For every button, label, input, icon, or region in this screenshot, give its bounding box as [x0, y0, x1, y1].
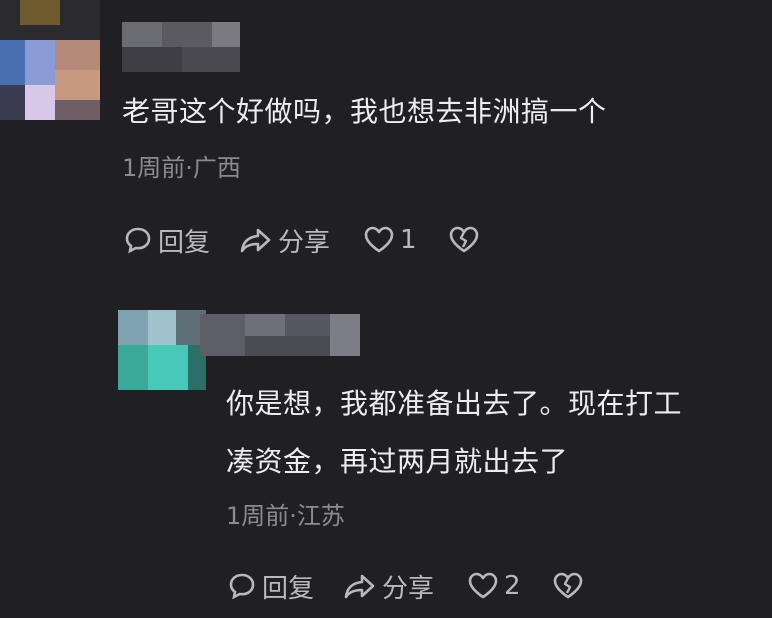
- dislike-button[interactable]: [551, 570, 585, 602]
- username-blurred[interactable]: [200, 314, 360, 356]
- like-count: 1: [400, 225, 417, 255]
- like-button[interactable]: 2: [466, 570, 521, 602]
- comment-text-line: 你是想，我都准备出去了。现在打工: [226, 387, 683, 420]
- share-arrow-icon: [344, 574, 375, 599]
- share-label: 分享: [382, 573, 435, 604]
- comment-meta: 1周前·江苏: [226, 502, 345, 530]
- reply-button[interactable]: 回复: [122, 222, 210, 259]
- comment-bubble-icon: [125, 227, 151, 254]
- share-button[interactable]: 分享: [238, 222, 330, 259]
- comment-actions: 回复 分享 1: [122, 222, 481, 258]
- share-label: 分享: [278, 227, 331, 258]
- share-arrow-icon: [240, 228, 271, 253]
- broken-heart-icon: [449, 226, 478, 253]
- comment-text-line: 凑资金，再过两月就出去了: [226, 445, 569, 478]
- comment-text-line: 老哥这个好做吗，我也想去非洲搞一个: [122, 95, 607, 128]
- heart-icon: [364, 226, 394, 253]
- heart-icon: [468, 572, 498, 599]
- comment-meta: 1周前·广西: [122, 154, 241, 182]
- comment-actions: 回复 分享 2: [226, 568, 585, 604]
- broken-heart-icon: [553, 572, 582, 599]
- avatar[interactable]: [0, 0, 100, 120]
- comment-text: 老哥这个好做吗，我也想去非洲搞一个: [122, 86, 607, 138]
- reply-label: 回复: [158, 227, 211, 258]
- comment-bubble-icon: [229, 573, 255, 600]
- comment-text: 你是想，我都准备出去了。现在打工 凑资金，再过两月就出去了: [226, 378, 682, 488]
- reply-button[interactable]: 回复: [226, 568, 314, 605]
- like-button[interactable]: 1: [362, 224, 417, 256]
- like-count: 2: [504, 571, 521, 601]
- dislike-button[interactable]: [447, 224, 481, 256]
- username-blurred[interactable]: [122, 22, 240, 72]
- share-button[interactable]: 分享: [342, 568, 434, 605]
- avatar[interactable]: [118, 310, 206, 390]
- reply-label: 回复: [262, 573, 315, 604]
